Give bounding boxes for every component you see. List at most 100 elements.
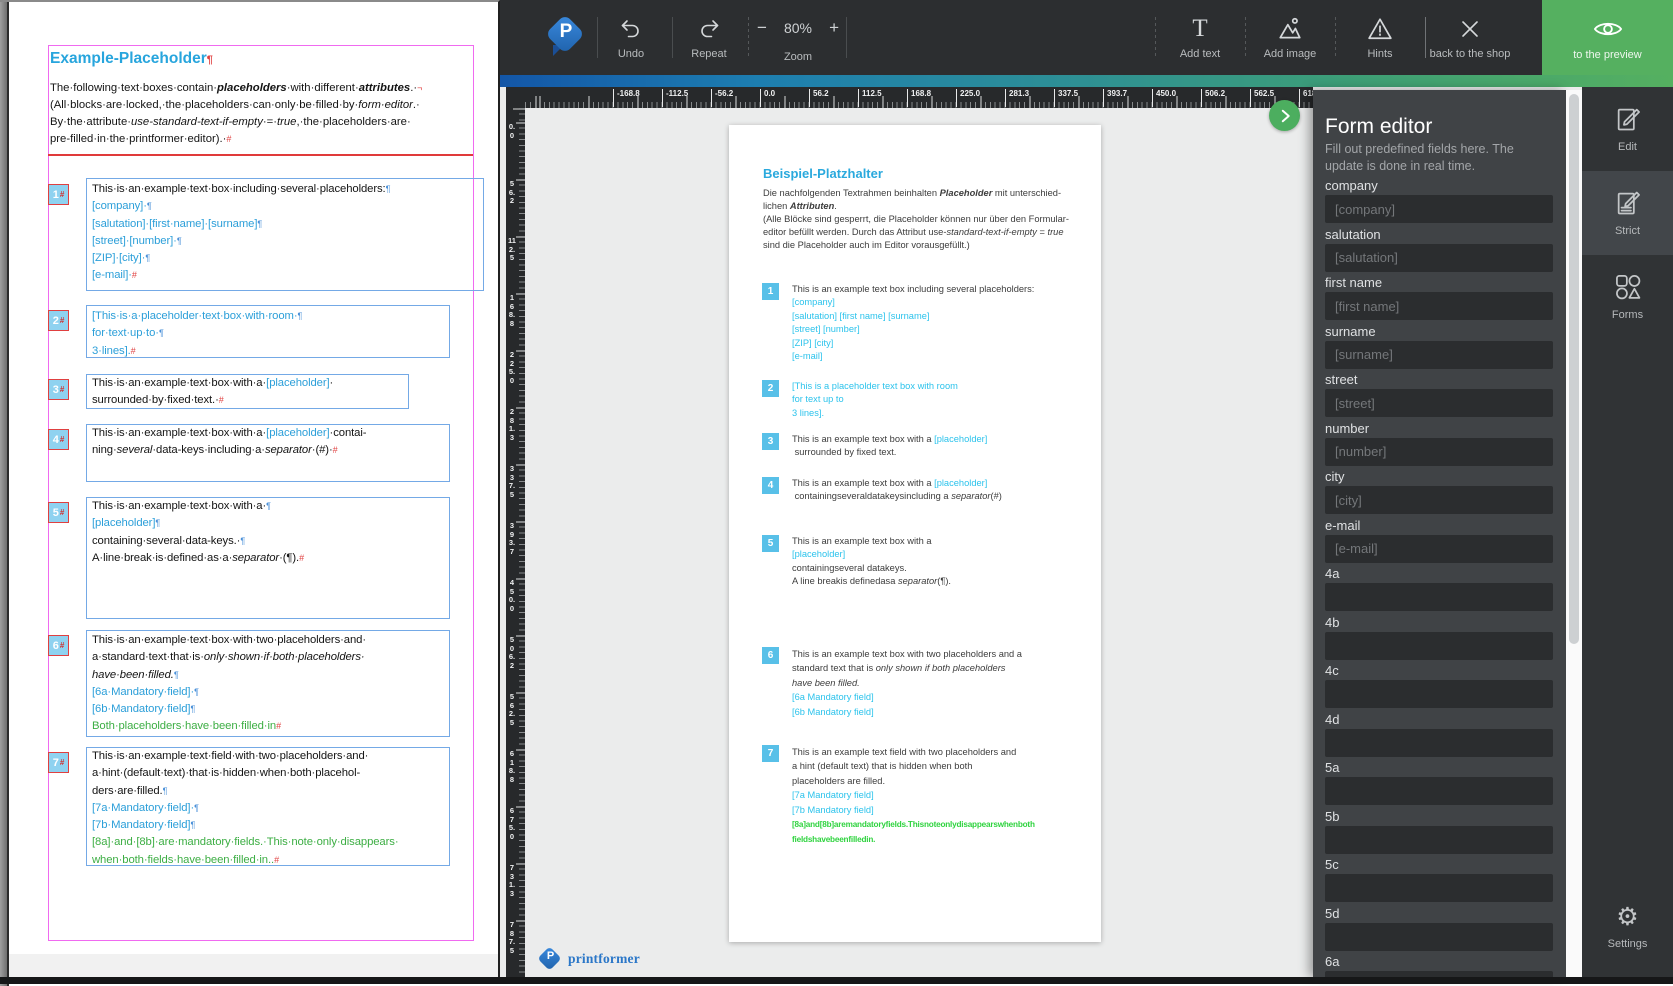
page-title: Beispiel-Platzhalter	[763, 165, 883, 181]
form-field: first name	[1325, 275, 1553, 320]
form-field-input[interactable]	[1325, 486, 1553, 514]
toolbar-separator-dashed	[748, 17, 749, 58]
page-text-box-4[interactable]: 4 This is an example text box with a [pl…	[762, 477, 1081, 504]
box-text: This·is·an·example·text·box·with·a·[plac…	[92, 377, 334, 407]
form-fields: company salutation first name surname	[1325, 178, 1553, 977]
zoom-control: − 80% + Zoom	[755, 0, 841, 75]
zoom-in-button[interactable]: +	[827, 19, 841, 36]
printformer-logo-icon: P	[537, 946, 562, 971]
sidebar-item-edit[interactable]: Edit	[1582, 87, 1673, 171]
panel-collapse-button[interactable]	[1269, 100, 1300, 131]
box-number: 1	[52, 188, 59, 201]
printformer-editor: P Undo Repeat − 80% + Zoom T Add text Ad…	[500, 0, 1673, 984]
zoom-out-button[interactable]: −	[755, 19, 769, 36]
anchor-mark: #	[59, 190, 65, 199]
form-field: 4b	[1325, 615, 1553, 660]
horizontal-ruler: -168.8 -112.5 -56.2 0.0 56.2 112.5 168.8 225.0 2…	[525, 87, 1313, 108]
box-number-chip: 4 #	[48, 429, 69, 450]
box-number: 3	[52, 383, 59, 396]
back-to-shop-button[interactable]: back to the shop	[1420, 0, 1520, 75]
panel-scrollbar[interactable]	[1566, 90, 1582, 977]
ruler-tick-label: 450.0	[508, 578, 516, 614]
box-text: This·is·an·example·text·box·with·a·¶ [pla…	[92, 500, 304, 564]
document-page[interactable]: Beispiel-Platzhalter Die nachfolgenden T…	[729, 125, 1101, 942]
form-field-input[interactable]	[1325, 777, 1553, 805]
sidebar-item-strict[interactable]: Strict	[1582, 171, 1673, 255]
toolbar: P Undo Repeat − 80% + Zoom T Add text Ad…	[500, 0, 1673, 75]
form-field: 5d	[1325, 906, 1553, 951]
window-edge	[0, 2, 9, 986]
ruler-tick-label: 787.5	[508, 920, 516, 956]
page-text-box-1[interactable]: 1 This is an example text box including …	[762, 283, 1081, 363]
intro-paragraph: The·following·text·boxes·contain·placeho…	[50, 82, 423, 145]
box-text: This is an example text box including se…	[792, 284, 1035, 362]
form-field-input[interactable]	[1325, 922, 1553, 951]
form-field-label: 4c	[1325, 663, 1339, 678]
form-field: 5c	[1325, 857, 1553, 902]
editor-canvas[interactable]: Beispiel-Platzhalter Die nachfolgenden T…	[525, 108, 1313, 977]
ruler-tick-label: 618.8	[508, 749, 516, 785]
form-field: 4c	[1325, 663, 1553, 708]
form-field-input[interactable]	[1325, 631, 1553, 660]
page-text-box-5[interactable]: 5 This is an example text box with a [pla…	[762, 535, 1081, 589]
ruler-tick-label: 562.5	[1250, 89, 1274, 107]
hints-label: Hints	[1367, 48, 1393, 60]
gear-icon: ⚙	[1616, 903, 1639, 931]
forms-shapes-icon	[1615, 275, 1640, 300]
edit-icon	[1617, 108, 1640, 131]
repeat-button[interactable]: Repeat	[667, 0, 751, 75]
box-number: 4	[52, 433, 59, 446]
form-field-input[interactable]	[1325, 292, 1553, 320]
form-field-input[interactable]	[1325, 243, 1553, 272]
form-field-input[interactable]	[1325, 534, 1553, 563]
page-intro-paragraph: Die nachfolgenden Textrahmen beinhalten …	[763, 188, 1069, 250]
page-text-box-2[interactable]: 2 [This is a placeholder text box with r…	[762, 380, 1081, 420]
ruler-tick-label: 0.0	[760, 89, 775, 107]
form-field-input[interactable]	[1325, 437, 1553, 466]
printformer-watermark: P printformer	[537, 946, 640, 971]
add-text-button[interactable]: T Add text	[1158, 0, 1242, 75]
form-field-label: 5c	[1325, 857, 1339, 872]
form-field-input[interactable]	[1325, 583, 1553, 611]
scrollbar-thumb[interactable]	[1569, 94, 1579, 644]
pilcrow-mark: ¶	[206, 54, 213, 67]
add-image-button[interactable]: Add image	[1248, 0, 1332, 75]
undo-button[interactable]: Undo	[589, 0, 673, 75]
form-field: salutation	[1325, 227, 1553, 272]
form-field-label: 5a	[1325, 760, 1340, 775]
form-field-input[interactable]	[1325, 728, 1553, 757]
sidebar-item-settings[interactable]: ⚙ Settings	[1582, 885, 1673, 969]
box-text: This is an example text box with a [plac…	[792, 434, 988, 458]
page-text-box-6[interactable]: 6 This is an example text box with two p…	[762, 647, 1081, 719]
to-the-preview-label: to the preview	[1573, 48, 1642, 61]
add-text-icon: T	[1192, 15, 1208, 42]
ruler-tick-label: 0.0	[508, 122, 516, 141]
box-number: 5	[52, 506, 59, 519]
page-text-box-3[interactable]: 3 This is an example text box with a [pl…	[762, 433, 1081, 460]
ruler-tick-label: 337.5	[508, 464, 516, 500]
box-number-chip: 2	[762, 380, 779, 397]
form-field-input[interactable]	[1325, 874, 1553, 902]
box-number: 7	[52, 756, 59, 769]
reference-document-pane: Example-Placeholder¶ The·following·text·…	[0, 0, 500, 986]
ruler-tick-label: 450.0	[1152, 89, 1176, 107]
sidebar-item-label: Settings	[1607, 938, 1648, 950]
window-bottom-strip	[9, 954, 498, 979]
form-field-input[interactable]	[1325, 340, 1553, 369]
box-text: [This is a placeholder text box with roo…	[792, 381, 958, 418]
form-field-input[interactable]	[1325, 389, 1553, 417]
page-text-box-7[interactable]: 7 This is an example text field with two…	[762, 745, 1081, 848]
form-field-input[interactable]	[1325, 825, 1553, 854]
ruler-tick-label: 225.0	[956, 89, 980, 107]
printformer-logo-icon[interactable]: P	[545, 14, 587, 61]
ruler-tick-label: 225.0	[508, 350, 516, 386]
hints-button[interactable]: Hints	[1338, 0, 1422, 75]
ruler-tick-label: 281.3	[508, 407, 516, 443]
zoom-value: 80%	[783, 20, 813, 36]
sidebar-item-forms[interactable]: Forms	[1582, 255, 1673, 339]
form-field-input[interactable]	[1325, 195, 1553, 223]
to-the-preview-button[interactable]: to the preview	[1542, 0, 1673, 75]
form-field-input[interactable]	[1325, 680, 1553, 708]
box-number: 2	[52, 314, 59, 327]
undo-icon	[618, 15, 644, 43]
